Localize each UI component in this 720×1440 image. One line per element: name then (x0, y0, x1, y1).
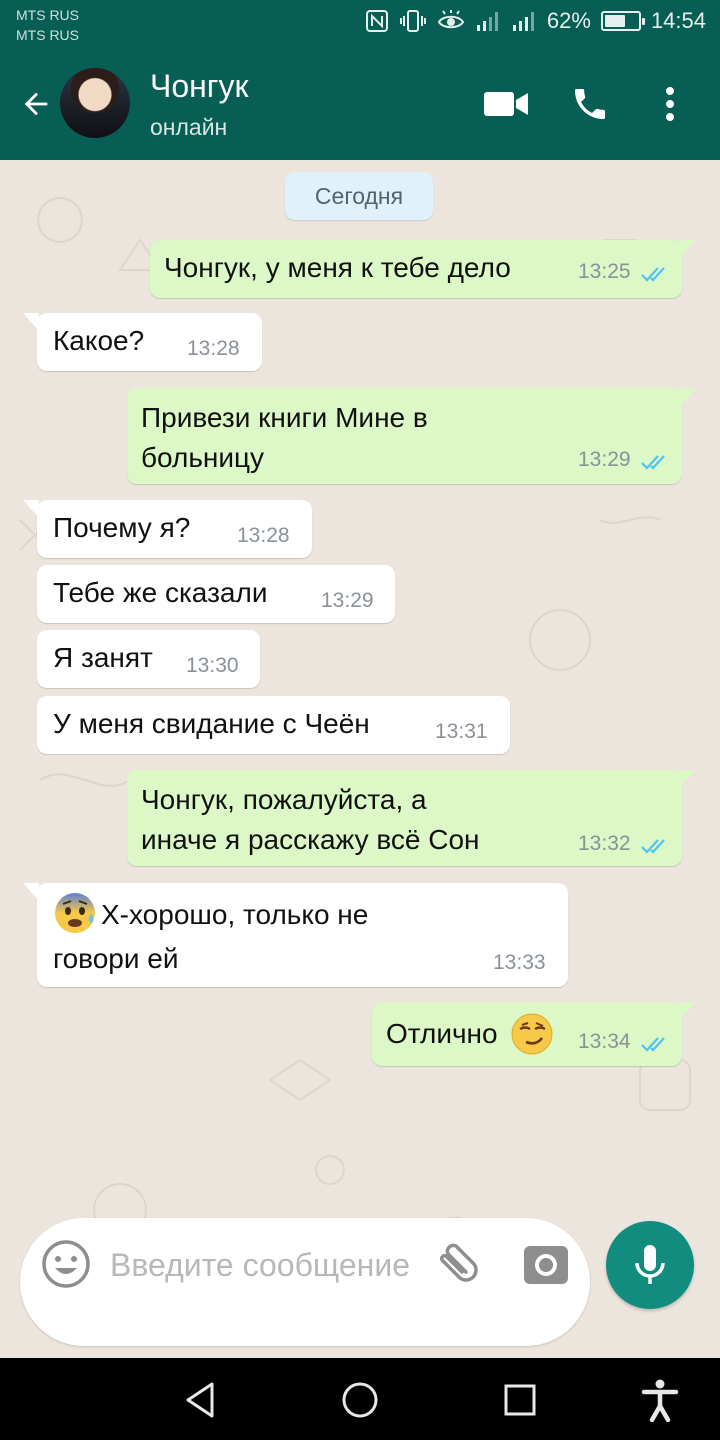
message-time: 13:32 (578, 832, 631, 855)
message-text: Я занят (53, 642, 153, 673)
message-text: Почему я? (53, 512, 191, 543)
status-bar: MTS RUS MTS RUS 62% 14:54 (0, 0, 720, 48)
signal-icon (511, 9, 537, 33)
camera-button[interactable] (520, 1238, 572, 1290)
recents-square-icon (504, 1384, 536, 1416)
message-time: 13:34 (578, 1030, 631, 1053)
message-text: больницу (141, 442, 265, 473)
message-text: Привези книги Мине в (141, 402, 428, 433)
clock: 14:54 (650, 8, 706, 33)
message-text: говори ей (53, 943, 179, 974)
contact-name[interactable]: Чонгук (150, 68, 248, 105)
message-incoming[interactable]: У меня свидание с Чеён 13:31 (37, 696, 510, 754)
signal-icon (475, 9, 501, 33)
system-nav-bar (0, 1358, 720, 1440)
message-time: 13:25 (578, 260, 631, 283)
emoji-icon (42, 1240, 90, 1288)
chat-header: Чонгук онлайн (0, 48, 720, 160)
message-time: 13:28 (187, 337, 240, 360)
message-time: 13:29 (578, 448, 631, 471)
back-arrow-icon (24, 92, 48, 116)
message-text: Чонгук, у меня к тебе дело (164, 252, 511, 283)
more-options-button[interactable] (642, 76, 698, 132)
double-check-icon (641, 839, 665, 854)
anxious-face-with-sweat-icon (55, 893, 95, 933)
message-text: Тебе же сказали (53, 577, 268, 608)
phone-icon (575, 89, 605, 119)
vibrate-icon (399, 9, 427, 33)
emoji-button[interactable] (40, 1238, 92, 1290)
message-text: У меня свидание с Чеён (53, 708, 370, 739)
message-time: 13:31 (435, 720, 488, 743)
battery-icon (600, 11, 645, 31)
nav-home-button[interactable] (336, 1376, 384, 1424)
status-icons: 62% 14:54 (365, 8, 706, 34)
message-text: Отлично (386, 1018, 498, 1049)
home-circle-icon (342, 1382, 378, 1418)
message-outgoing[interactable]: Привези книги Мине в больницу 13:29 (127, 388, 696, 484)
avatar[interactable] (60, 68, 130, 138)
carrier-2: MTS RUS (16, 27, 79, 43)
carriers: MTS RUS MTS RUS (16, 5, 79, 45)
message-text: Чонгук, пожалуйста, а (141, 784, 427, 815)
message-outgoing[interactable]: Чонгук, пожалуйста, а иначе я расскажу в… (127, 770, 696, 866)
message-time: 13:29 (321, 589, 374, 612)
message-composer (20, 1218, 590, 1346)
contact-status: онлайн (150, 114, 228, 140)
video-call-button[interactable] (478, 76, 534, 132)
message-incoming[interactable]: Я занят 13:30 (37, 630, 260, 688)
camera-icon (524, 1246, 568, 1284)
eye-comfort-icon (437, 9, 465, 33)
nfc-icon (365, 9, 389, 33)
message-text: Х-хорошо, только не (101, 899, 369, 930)
message-input[interactable] (110, 1244, 410, 1324)
attach-button[interactable] (428, 1238, 480, 1290)
more-vert-icon (666, 87, 674, 121)
message-time: 13:30 (186, 654, 239, 677)
message-incoming[interactable]: Х-хорошо, только не говори ей 13:33 (23, 883, 568, 987)
double-check-icon (641, 455, 665, 470)
double-check-icon (641, 267, 665, 282)
nav-back-button[interactable] (176, 1376, 224, 1424)
smirking-face-icon (511, 1013, 553, 1055)
double-check-icon (641, 1037, 665, 1052)
attach-icon (439, 1243, 478, 1282)
message-text: Какое? (53, 325, 145, 356)
voice-record-button[interactable] (606, 1221, 694, 1309)
chat-area[interactable]: Сегодня Чонгук, у меня к тебе дело 13:25… (0, 160, 720, 1358)
video-call-icon (484, 92, 528, 116)
message-incoming[interactable]: Тебе же сказали 13:29 (37, 565, 395, 623)
back-button[interactable] (14, 82, 58, 126)
message-time: 13:28 (237, 524, 290, 547)
nav-accessibility-button[interactable] (636, 1376, 684, 1424)
carrier-1: MTS RUS (16, 7, 79, 23)
voice-call-button[interactable] (562, 76, 618, 132)
battery-level-fill (604, 15, 625, 27)
mic-icon (635, 1245, 665, 1284)
message-text: иначе я расскажу всё Сон (141, 824, 480, 855)
message-incoming[interactable]: Какое? 13:28 (23, 313, 262, 371)
message-outgoing[interactable]: Отлично 13:34 (372, 1002, 696, 1066)
battery-percent: 62% (546, 8, 591, 33)
back-triangle-icon (186, 1382, 214, 1418)
message-time: 13:33 (493, 951, 546, 974)
nav-recents-button[interactable] (496, 1376, 544, 1424)
message-incoming[interactable]: Почему я? 13:28 (23, 500, 312, 558)
date-separator: Сегодня (285, 172, 433, 220)
accessibility-icon (641, 1379, 679, 1422)
message-outgoing[interactable]: Чонгук, у меня к тебе дело 13:25 (150, 240, 696, 298)
